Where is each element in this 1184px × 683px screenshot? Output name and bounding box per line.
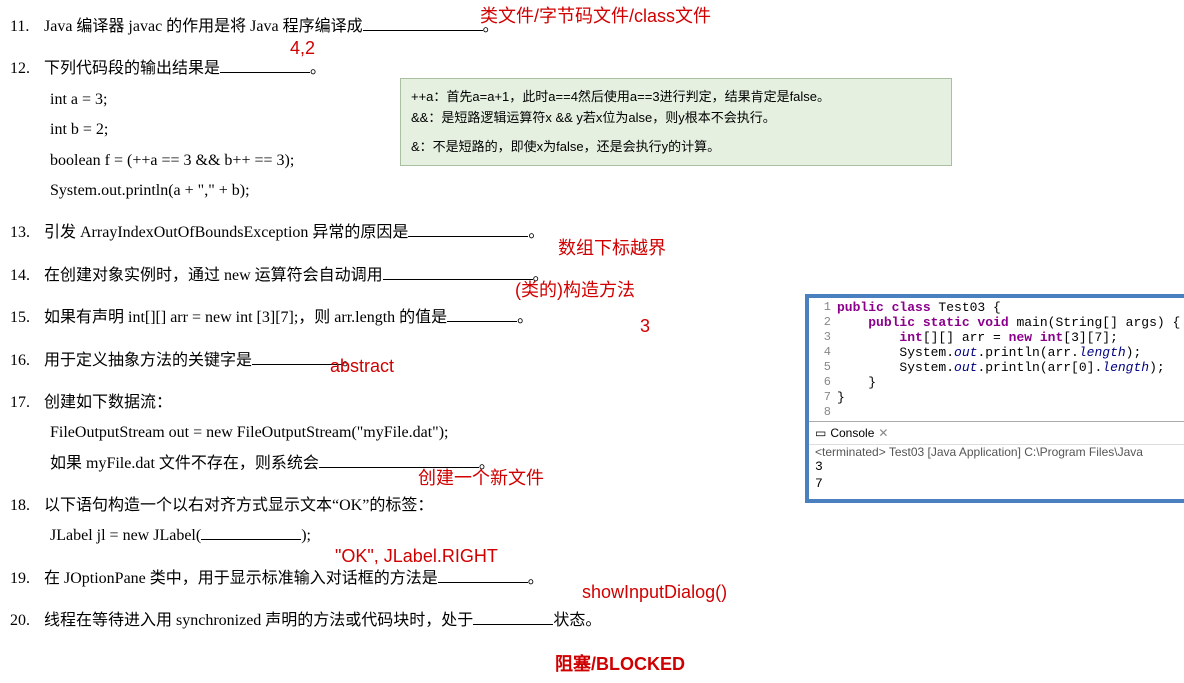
q16-num: 16. [10, 346, 40, 376]
q13-num: 13. [10, 218, 40, 248]
explanation-note: ++a：首先a=a+1，此时a==4然后使用a==3进行判定，结果肯定是fals… [400, 78, 952, 166]
q16-blank [252, 348, 342, 365]
q14-text: 在创建对象实例时，通过 new 运算符会自动调用 [44, 267, 383, 284]
q16: 16. 用于定义抽象方法的关键字是。 [10, 346, 790, 376]
kw: int [899, 330, 922, 345]
console-title: Console [830, 426, 874, 440]
q15: 15. 如果有声明 int[][] arr = new int [3][7];，… [10, 303, 790, 333]
code: [3][7]; [1063, 330, 1118, 345]
q20: 20. 线程在等待进入用 synchronized 声明的方法或代码块时，处于 状… [10, 606, 790, 636]
code: main(String[] args) { [1009, 315, 1181, 330]
annotation-q17: 创建一个新文件 [418, 464, 544, 490]
console-out2: 7 [815, 476, 1178, 493]
annotation-q13: 数组下标越界 [558, 234, 666, 260]
annotation-q20: 阻塞/BLOCKED [555, 650, 685, 676]
code-field: length [1102, 360, 1149, 375]
q11-text: Java 编译器 javac 的作用是将 Java 程序编译成 [44, 18, 363, 35]
q17-text-b: 如果 myFile.dat 文件不存在，则系统会 [50, 455, 319, 472]
close-icon[interactable]: ✕ [878, 426, 888, 440]
kw: public class [837, 300, 931, 315]
console-output: 3 7 [809, 459, 1184, 499]
q14-num: 14. [10, 261, 40, 291]
q15-tail: 。 [517, 309, 533, 326]
code: .println(arr. [977, 345, 1078, 360]
code-field: out [954, 360, 977, 375]
q16-text: 用于定义抽象方法的关键字是 [44, 352, 252, 369]
code: Test03 { [931, 300, 1001, 315]
q19-tail: 。 [528, 570, 544, 587]
code: System. [899, 345, 954, 360]
q12-tail: 。 [310, 60, 326, 77]
q17-code1: FileOutputStream out = new FileOutputStr… [50, 418, 790, 448]
q15-num: 15. [10, 303, 40, 333]
code: } [868, 375, 876, 390]
annotation-q18: "OK", JLabel.RIGHT [335, 546, 498, 567]
console-tab[interactable]: ▭ Console ✕ [809, 421, 1184, 444]
q18-blank [201, 523, 301, 540]
q18-code2: ); [301, 527, 311, 544]
code: .println(arr[0]. [977, 360, 1102, 375]
q13-blank [408, 220, 528, 237]
code: [][] arr = [923, 330, 1009, 345]
q19-text: 在 JOptionPane 类中，用于显示标准输入对话框的方法是 [44, 570, 438, 587]
code: System. [899, 360, 954, 375]
q17-num: 17. [10, 388, 40, 418]
code-field: out [954, 345, 977, 360]
q12-num: 12. [10, 54, 40, 84]
annotation-q14: (类的)构造方法 [515, 276, 635, 302]
q12-code4: System.out.println(a + "," + b); [50, 176, 790, 206]
console-status: <terminated> Test03 [Java Application] C… [809, 444, 1184, 459]
annotation-q15: 3 [640, 316, 650, 337]
q15-blank [447, 305, 517, 322]
annotation-q19: showInputDialog() [582, 582, 727, 603]
q19-num: 19. [10, 564, 40, 594]
q19-blank [438, 566, 528, 583]
console-out1: 3 [815, 459, 1178, 476]
code: ); [1149, 360, 1165, 375]
q18-code1: JLabel jl = new JLabel( [50, 527, 201, 544]
q18-num: 18. [10, 491, 40, 521]
q18-text: 以下语句构造一个以右对齐方式显示文本“OK”的标签： [44, 497, 433, 514]
q20-blank [473, 608, 553, 625]
q15-text: 如果有声明 int[][] arr = new int [3][7];，则 ar… [44, 309, 447, 326]
q20-num: 20. [10, 606, 40, 636]
note-line3: &：不是短路的，即使x为false，还是会执行y的计算。 [411, 137, 941, 158]
q17-text: 创建如下数据流： [44, 394, 172, 411]
annotation-q16: abstract [330, 356, 394, 377]
annotation-q11: 类文件/字节码文件/class文件 [480, 2, 711, 28]
ide-code-area: 1public class Test03 { 2 public static v… [809, 298, 1184, 421]
note-line1: ++a：首先a=a+1，此时a==4然后使用a==3进行判定，结果肯定是fals… [411, 87, 941, 108]
q14: 14. 在创建对象实例时，通过 new 运算符会自动调用。 [10, 261, 790, 291]
note-line2: &&：是短路逻辑运算符x && y若x位为alse，则y根本不会执行。 [411, 108, 941, 129]
kw: new int [1009, 330, 1064, 345]
q11-num: 11. [10, 12, 40, 42]
code: } [837, 390, 845, 405]
code: ); [1126, 345, 1142, 360]
q13-tail: 。 [528, 224, 544, 241]
code-field: length [1079, 345, 1126, 360]
console-icon: ▭ [815, 426, 826, 440]
q20-tail: 状态。 [553, 612, 601, 629]
q14-blank [383, 263, 533, 280]
q13-text: 引发 ArrayIndexOutOfBoundsException 异常的原因是 [44, 224, 408, 241]
ide-panel: 1public class Test03 { 2 public static v… [805, 294, 1184, 503]
q17: 17. 创建如下数据流： [10, 388, 790, 418]
q20-text: 线程在等待进入用 synchronized 声明的方法或代码块时，处于 [44, 612, 473, 629]
q13: 13. 引发 ArrayIndexOutOfBoundsException 异常… [10, 218, 790, 248]
q18: 18. 以下语句构造一个以右对齐方式显示文本“OK”的标签： [10, 491, 790, 521]
annotation-q12: 4,2 [290, 38, 315, 59]
q12-text: 下列代码段的输出结果是 [44, 60, 220, 77]
q11-blank [363, 14, 483, 31]
kw: public static void [868, 315, 1008, 330]
